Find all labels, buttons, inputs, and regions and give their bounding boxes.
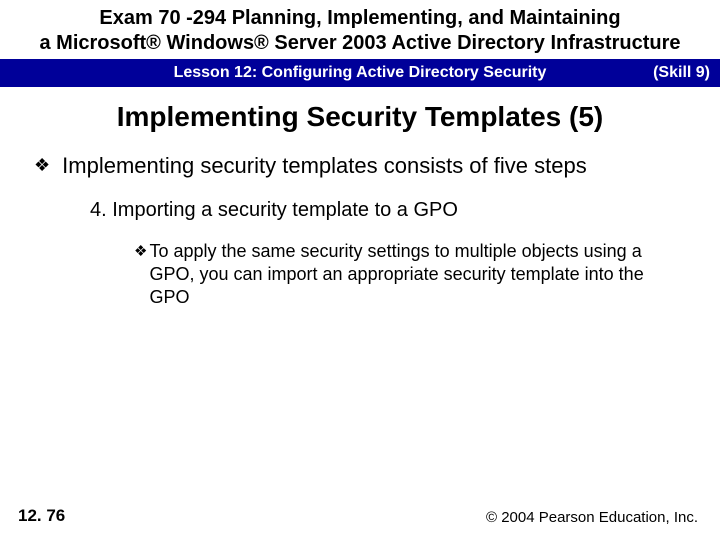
header-line-1: Exam 70 -294 Planning, Implementing, and… xyxy=(10,6,710,31)
header-line-2: a Microsoft® Windows® Server 2003 Active… xyxy=(10,31,710,56)
copyright-text: © 2004 Pearson Education, Inc. xyxy=(486,509,698,526)
slide-title: Implementing Security Templates (5) xyxy=(0,101,720,133)
lesson-bar: Lesson 12: Configuring Active Directory … xyxy=(0,59,720,87)
bullet-level-2: 4. Importing a security template to a GP… xyxy=(90,197,692,224)
slide-content: ❖ Implementing security templates consis… xyxy=(0,151,720,310)
bullet-level-3-text: To apply the same security settings to m… xyxy=(149,240,652,310)
bullet-level-3: ❖ To apply the same security settings to… xyxy=(134,240,692,310)
lesson-label: Lesson 12: Configuring Active Directory … xyxy=(174,64,547,82)
slide-footer: 12. 76 © 2004 Pearson Education, Inc. xyxy=(0,506,720,526)
bullet-level-1-text: Implementing security templates consists… xyxy=(62,151,587,181)
page-number: 12. 76 xyxy=(18,506,65,526)
slide-header: Exam 70 -294 Planning, Implementing, and… xyxy=(0,0,720,59)
diamond-bullet-icon: ❖ xyxy=(134,242,147,262)
bullet-level-1: ❖ Implementing security templates consis… xyxy=(34,151,692,181)
diamond-bullet-icon: ❖ xyxy=(34,153,50,177)
slide: Exam 70 -294 Planning, Implementing, and… xyxy=(0,0,720,540)
bullet-level-2-text: 4. Importing a security template to a GP… xyxy=(90,199,458,221)
skill-label: (Skill 9) xyxy=(653,64,710,82)
